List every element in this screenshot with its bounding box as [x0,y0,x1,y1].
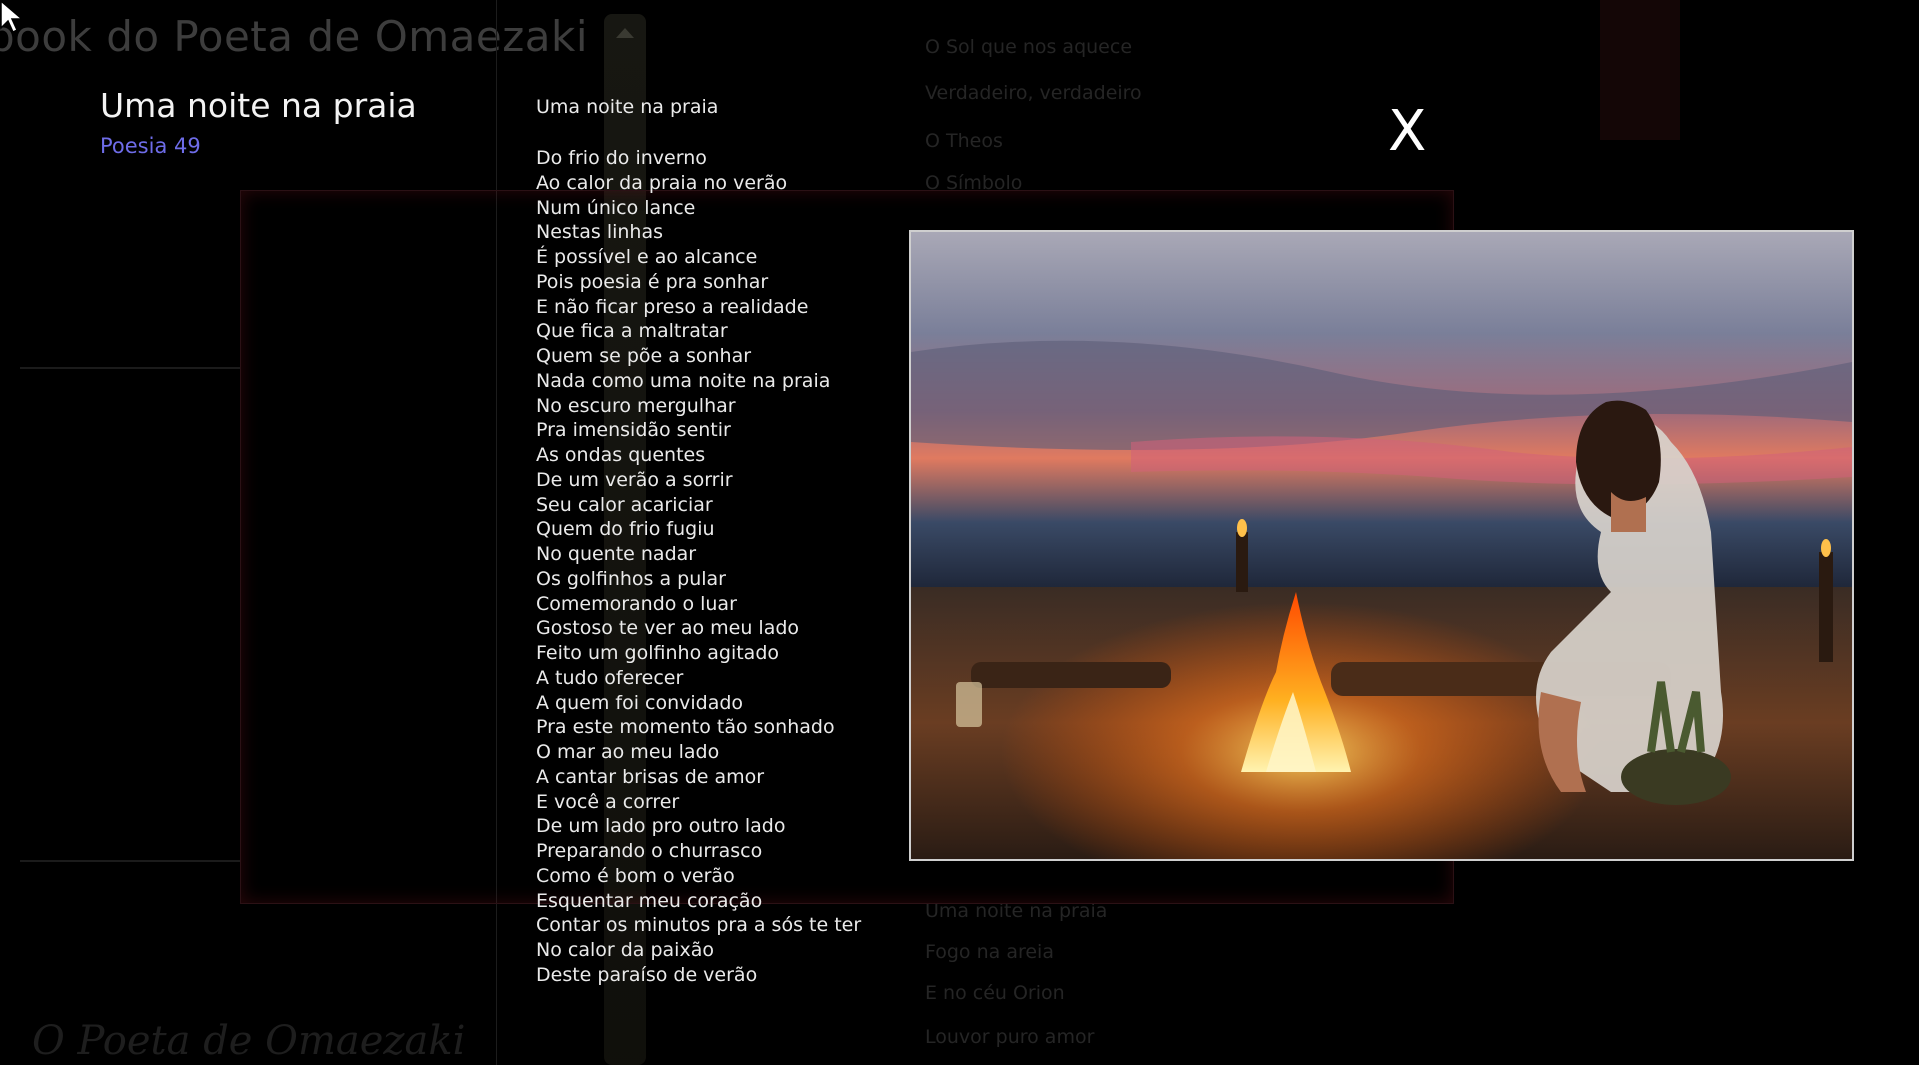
poem-line: Num único lance [536,196,696,219]
background-menu-item[interactable]: Verdadeiro, verdadeiro [925,82,1142,104]
book-title: book do Poeta de Omaezaki [0,12,589,61]
poem-line: Do frio do inverno [536,147,707,169]
poem-line: A quem foi convidado [536,691,744,714]
poem-line: Que fica a maltratar [536,320,728,343]
poem-line: No escuro mergulhar [536,394,736,417]
poem-line: Como é bom o verão [536,864,735,887]
left-divider-bottom [20,860,240,862]
background-decoration [1600,0,1680,140]
poem-line: Esquentar meu coração [536,889,763,912]
poem-title: Uma noite na praia [536,96,719,118]
cursor-arrow-icon [0,0,25,38]
poem-number: Poesia 49 [100,134,201,158]
close-icon[interactable]: X [1388,99,1426,164]
background-menu-item[interactable]: E no céu Orion [925,982,1065,1004]
poem-line: E você a correr [536,790,680,813]
poem-line: Quem do frio fugiu [536,518,715,541]
poem-line: Ao calor da praia no verão [536,171,788,194]
poem-line: Nestas linhas [536,221,664,244]
poem-line: Pra este momento tão sonhado [536,716,835,739]
poem-line: A tudo oferecer [536,666,684,689]
poem-line: Gostoso te ver ao meu lado [536,617,800,640]
poem-line: Pois poesia é pra sonhar [536,270,769,293]
close-button[interactable]: X [1388,104,1426,160]
poem-line: As ondas quentes [536,444,706,466]
poem-photo [909,230,1854,861]
background-menu-item[interactable]: O Sol que nos aquece [925,36,1132,58]
left-divider-top [20,367,240,369]
poem-heading: Uma noite na praia [100,86,417,125]
poem-line: Contar os minutos pra a sós te ter [536,914,862,937]
poem-line: Comemorando o luar [536,592,737,615]
poem-line: De um lado pro outro lado [536,815,786,838]
poem-line: Quem se põe a sonhar [536,345,752,367]
poem-line: Deste paraíso de verão [536,963,758,986]
poem-line: É possível e ao alcance [536,246,758,268]
poem-line: O mar ao meu lado [536,741,720,763]
poem-line: Preparando o churrasco [536,840,763,862]
poem-line: Seu calor acariciar [536,493,713,516]
poem-line: No calor da paixão [536,939,714,961]
poem-line: No quente nadar [536,543,697,565]
poem-line: Nada como uma noite na praia [536,369,831,392]
background-menu-item[interactable]: O Theos [925,130,1003,152]
poem-line: Feito um golfinho agitado [536,642,780,664]
signature: O Poeta de Omaezaki [32,1018,466,1064]
poem-line: De um verão a sorrir [536,468,733,491]
poem-line: Pra imensidão sentir [536,419,731,442]
poem-line: Os golfinhos a pular [536,567,726,590]
background-menu-item[interactable]: Fogo na areia [925,941,1054,963]
poem-line: A cantar brisas de amor [536,765,765,788]
scroll-up-arrow-icon[interactable] [616,28,634,38]
beach-bonfire-photo [911,232,1852,859]
poem-body: Do frio do inverno Ao calor da praia no v… [536,146,861,988]
background-menu-item[interactable]: Louvor puro amor [925,1026,1094,1048]
poem-line: E não ficar preso a realidade [536,295,809,318]
